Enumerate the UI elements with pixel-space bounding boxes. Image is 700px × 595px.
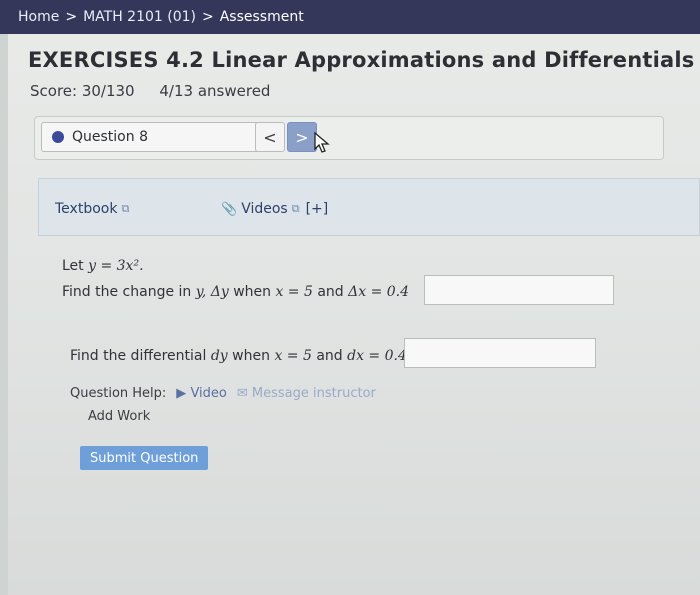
question-help-row: Question Help: ▶︎ Video ✉ Message instru…	[70, 386, 376, 401]
add-work-link[interactable]: Add Work	[88, 409, 150, 424]
breadcrumb-bar: Home > MATH 2101 (01) > Assessment	[0, 0, 700, 34]
message-instructor-link[interactable]: ✉ Message instructor	[237, 386, 376, 401]
breadcrumb-separator: >	[65, 9, 78, 25]
answered-count: 4/13 answered	[159, 82, 271, 100]
paperclip-icon: 📎	[221, 201, 238, 217]
external-link-icon: ⧉	[121, 202, 130, 215]
previous-question-button[interactable]: <	[255, 122, 285, 152]
differential-dy-answer-input[interactable]	[404, 338, 596, 368]
part1-when: when	[233, 284, 271, 300]
score-line: Score: 30/130 4/13 answered	[30, 82, 290, 100]
breadcrumb-current: Assessment	[219, 9, 304, 25]
external-link-icon: ⧉	[291, 202, 300, 215]
part1-prefix: Find the change in	[62, 284, 192, 300]
left-edge-strip	[0, 34, 8, 595]
breadcrumb-home-link[interactable]: Home	[18, 9, 59, 25]
part1-and: and	[317, 284, 344, 300]
part2-when: when	[232, 348, 270, 364]
part1-condition: x = 5	[275, 284, 313, 300]
part2-var: dy	[210, 348, 228, 364]
delta-y-answer-input[interactable]	[424, 275, 614, 305]
help-video-link[interactable]: ▶︎ Video	[176, 386, 227, 401]
page-title: EXERCISES 4.2 Linear Approximations and …	[28, 48, 695, 72]
part2-prefix: Find the differential	[70, 348, 207, 364]
part1-delta: Δy	[210, 284, 229, 300]
question-help-label: Question Help:	[70, 386, 167, 401]
score-text: Score: 30/130	[30, 82, 135, 100]
question-select-dropdown[interactable]: Question 8	[41, 122, 277, 152]
submit-question-button[interactable]: Submit Question	[80, 446, 209, 470]
part2-dx: dx = 0.4	[347, 348, 407, 364]
textbook-label: Textbook	[55, 201, 118, 217]
video-play-icon: ▶︎	[176, 386, 187, 401]
part2-prompt: Find the differential dy when x = 5 and …	[70, 348, 407, 364]
let-prefix: Let	[62, 258, 84, 274]
question-navigation-panel: Question 8 < >	[34, 116, 664, 160]
part2-condition: x = 5	[274, 348, 312, 364]
part2-and: and	[316, 348, 343, 364]
let-equation: y = 3x².	[88, 258, 144, 274]
part1-prompt: Find the change in y, Δy when x = 5 and …	[62, 284, 409, 300]
expand-videos-toggle[interactable]: [+]	[306, 201, 329, 217]
breadcrumb-separator: >	[202, 9, 214, 25]
envelope-icon: ✉	[236, 386, 248, 401]
resources-panel: Textbook ⧉ 📎 Videos ⧉ [+]	[38, 178, 700, 236]
textbook-link[interactable]: Textbook ⧉	[55, 201, 129, 217]
videos-label: Videos	[241, 201, 288, 217]
part1-dx: Δx = 0.4	[348, 284, 410, 300]
part1-var: y,	[195, 284, 207, 300]
problem-statement: Let y = 3x².	[62, 258, 144, 274]
breadcrumb-course-link[interactable]: MATH 2101 (01)	[83, 9, 196, 25]
mouse-cursor-icon	[314, 131, 330, 153]
question-select-value: Question 8	[72, 129, 148, 145]
message-instructor-label: Message instructor	[251, 386, 376, 401]
help-video-label: Video	[190, 386, 227, 401]
videos-link[interactable]: 📎 Videos ⧉ [+]	[221, 201, 328, 217]
question-status-dot-icon	[52, 131, 64, 143]
